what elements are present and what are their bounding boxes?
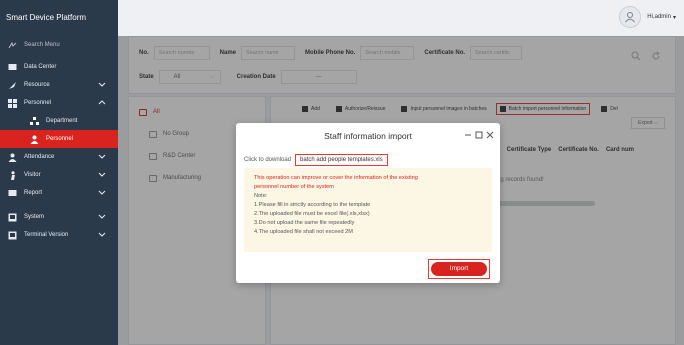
sidebar-item-report[interactable]: Report bbox=[0, 184, 118, 202]
sidebar: Smart Device Platform Search Menu Data C… bbox=[0, 0, 118, 345]
import-button[interactable]: Import bbox=[431, 262, 487, 276]
chevron-down-icon bbox=[98, 152, 106, 160]
sidebar-item-visitor[interactable]: Visitor bbox=[0, 166, 118, 184]
monitor-icon bbox=[8, 189, 17, 198]
user-menu[interactable]: Hi,admin ▾ bbox=[619, 6, 676, 28]
sidebar-item-label: Visitor bbox=[24, 172, 41, 178]
person-walking-icon bbox=[8, 170, 17, 180]
search-menu[interactable]: Search Menu bbox=[0, 36, 118, 54]
search-icon bbox=[8, 41, 17, 50]
sidebar-item-label: Data Center bbox=[24, 64, 57, 70]
chevron-down-icon bbox=[98, 80, 106, 88]
import-notice: This operation can improve or cover the … bbox=[244, 168, 492, 252]
note-item: 3.Do not upload the same file repeatedly bbox=[254, 220, 355, 226]
sidebar-item-label: System bbox=[24, 214, 45, 220]
minimize-icon[interactable] bbox=[463, 130, 472, 139]
sidebar-item-label: Resource bbox=[24, 82, 50, 88]
notice-warning: personnel number of the system bbox=[254, 184, 334, 190]
sidebar-item-label: Personnel bbox=[24, 100, 52, 106]
chevron-down-icon bbox=[98, 212, 106, 220]
note-item: 1.Please fill in strictly according to t… bbox=[254, 202, 371, 208]
org-chart-icon bbox=[30, 116, 39, 126]
maximize-icon[interactable] bbox=[474, 130, 483, 139]
note-title: Note: bbox=[254, 193, 268, 199]
import-button-highlight: Import bbox=[428, 259, 490, 279]
sidebar-item-system[interactable]: System bbox=[0, 208, 118, 226]
sidebar-item-label: Department bbox=[46, 118, 78, 124]
chevron-up-icon bbox=[98, 98, 106, 106]
sidebar-item-personnel[interactable]: Personnel bbox=[0, 94, 118, 112]
chevron-down-icon bbox=[98, 230, 106, 238]
sidebar-item-label: Personnel bbox=[46, 136, 74, 142]
grid-icon bbox=[8, 98, 17, 108]
user-greeting: Hi,admin bbox=[647, 14, 671, 20]
app-title: Smart Device Platform bbox=[0, 0, 118, 36]
sidebar-item-attendance[interactable]: Attendance bbox=[0, 148, 118, 166]
rocket-icon bbox=[8, 81, 17, 90]
sidebar-item-terminal-version[interactable]: Terminal Version bbox=[0, 226, 118, 244]
sidebar-item-label: Report bbox=[24, 190, 43, 196]
dialog-controls bbox=[461, 130, 494, 139]
note-item: 4.The uploaded file shall not exceed 2M bbox=[254, 229, 353, 235]
sidebar-item-label: Terminal Version bbox=[24, 232, 69, 238]
computer-icon bbox=[8, 213, 17, 222]
sidebar-item-resource[interactable]: Resource bbox=[0, 76, 118, 94]
sidebar-item-data-center[interactable]: Data Center bbox=[0, 58, 118, 76]
sidebar-item-label: Attendance bbox=[24, 154, 55, 160]
close-icon[interactable] bbox=[485, 130, 494, 139]
monitor-icon bbox=[8, 63, 17, 72]
search-menu-label: Search Menu bbox=[24, 42, 60, 48]
staff-import-dialog: Staff information import Click to downlo… bbox=[236, 123, 500, 283]
caret-down-icon: ▾ bbox=[672, 14, 676, 21]
note-item: 2.The uploaded file must be excel file(.… bbox=[254, 211, 370, 217]
avatar bbox=[619, 6, 642, 28]
template-download-link[interactable]: batch add people templates.xls bbox=[295, 154, 388, 166]
sidebar-item-department[interactable]: Department bbox=[0, 112, 118, 130]
person-icon bbox=[8, 153, 17, 162]
download-row: Click to download batch add people templ… bbox=[244, 154, 388, 166]
sidebar-item-personnel-active[interactable]: Personnel bbox=[0, 130, 118, 148]
chevron-down-icon bbox=[98, 188, 106, 196]
top-bar: Hi,admin ▾ bbox=[118, 0, 684, 36]
computer-icon bbox=[8, 231, 17, 240]
chevron-down-icon bbox=[98, 170, 106, 178]
person-icon bbox=[30, 135, 39, 144]
download-label: Click to download bbox=[244, 157, 292, 163]
notice-warning: This operation can improve or cover the … bbox=[254, 175, 418, 181]
